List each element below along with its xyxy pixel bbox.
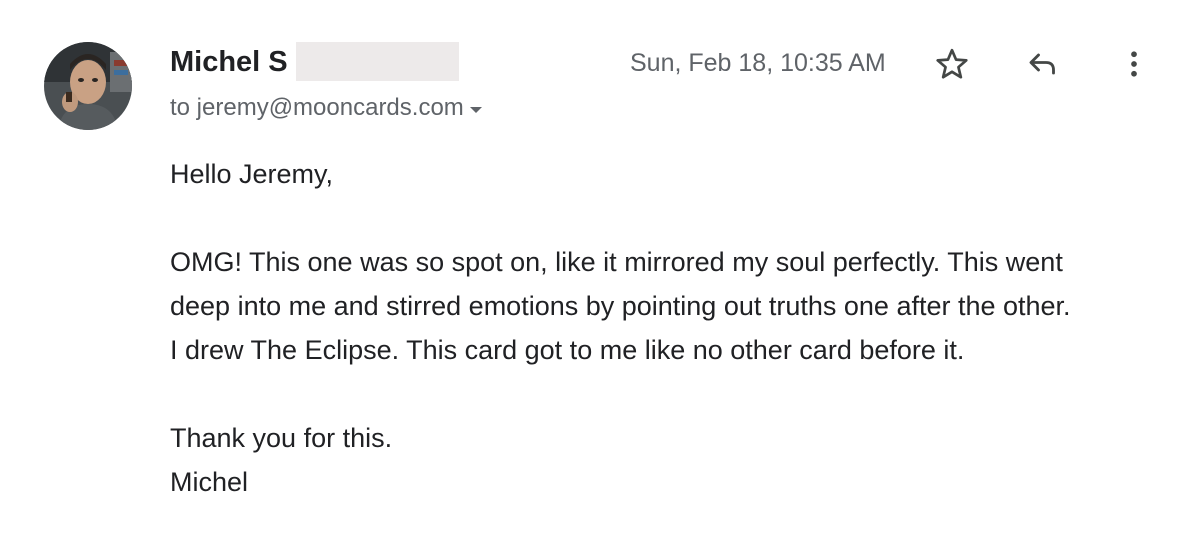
- sender-name: Michel S: [170, 46, 288, 78]
- reply-button[interactable]: [1021, 42, 1065, 86]
- star-button[interactable]: [930, 42, 974, 86]
- body-line: deep into me and stirred emotions by poi…: [170, 291, 1071, 321]
- more-vert-icon: [1131, 51, 1137, 77]
- reply-icon: [1029, 53, 1055, 75]
- signature: Michel: [170, 467, 249, 497]
- star-icon: [936, 48, 968, 79]
- closing: Thank you for this.: [170, 423, 393, 453]
- sender-avatar[interactable]: [44, 42, 132, 130]
- body-line: OMG! This one was so spot on, like it mi…: [170, 247, 1063, 277]
- chevron-down-icon[interactable]: [469, 106, 482, 113]
- message-timestamp: Sun, Feb 18, 10:35 AM: [630, 49, 886, 77]
- body-line: I drew The Eclipse. This card got to me …: [170, 335, 965, 365]
- recipient-details[interactable]: to jeremy@mooncards.com: [170, 93, 482, 123]
- message-body: Hello Jeremy, OMG! This one was so spot …: [170, 152, 1071, 504]
- redacted-surname: [296, 42, 459, 81]
- more-options-button[interactable]: [1112, 42, 1156, 86]
- greeting: Hello Jeremy,: [170, 159, 334, 189]
- person-avatar-icon: [44, 42, 132, 130]
- recipient-text: to jeremy@mooncards.com: [170, 94, 464, 121]
